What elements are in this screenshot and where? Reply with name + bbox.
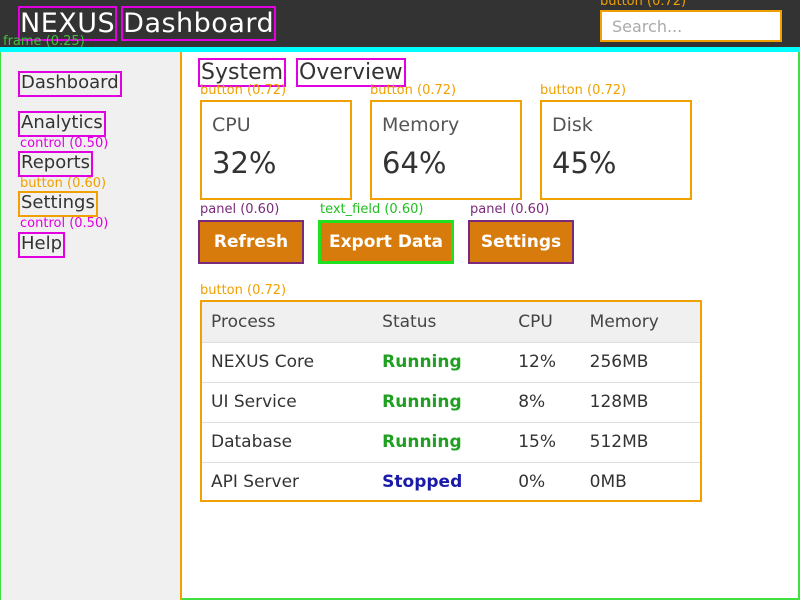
metric-label: Memory	[382, 114, 460, 136]
cell-process: NEXUS Core	[202, 342, 374, 383]
table-row[interactable]: UI Service Running 8% 128MB	[202, 382, 700, 423]
refresh-button[interactable]: Refresh	[198, 220, 304, 264]
metric-card-cpu[interactable]: CPU 32%	[200, 100, 352, 200]
top-header: NEXUSDashboard button (0.72)	[0, 0, 800, 50]
cell-memory: 256MB	[580, 342, 700, 383]
page-title-word: System	[197, 58, 287, 87]
metric-label: Disk	[552, 114, 593, 136]
app-title-word: Dashboard	[121, 6, 277, 41]
cell-memory: 0MB	[589, 472, 627, 493]
table-header-row: Process Status CPU Memory	[202, 302, 700, 343]
sidebar-item-settings[interactable]: Settings	[18, 191, 98, 217]
column-header: Status	[373, 302, 510, 343]
table-row[interactable]: NEXUS Core Running 12% 256MB	[202, 342, 700, 383]
metric-value: 32%	[212, 146, 277, 180]
cell-cpu: 8%	[509, 382, 581, 423]
metric-label: CPU	[212, 114, 251, 136]
sidebar-item-help[interactable]: Help	[17, 232, 66, 258]
cell-process: Database	[202, 422, 374, 463]
status-badge: Stopped	[382, 472, 463, 493]
sidebar-item-dashboard[interactable]: Dashboard	[18, 71, 122, 97]
column-header: Memory	[580, 302, 700, 343]
process-table: Process Status CPU Memory NEXUS Core Run…	[200, 300, 702, 502]
sidebar-item-analytics[interactable]: Analytics	[18, 111, 106, 137]
sidebar-item-reports[interactable]: Reports	[17, 151, 94, 177]
metric-value: 45%	[552, 146, 617, 180]
page-title-word: Overview	[296, 58, 406, 87]
cell-cpu: 15%	[509, 422, 581, 463]
metric-card-disk[interactable]: Disk 45%	[540, 100, 692, 200]
export-data-button[interactable]: Export Data	[318, 220, 454, 264]
search-input[interactable]	[602, 12, 780, 40]
column-header: CPU	[509, 302, 581, 343]
app-title-word: NEXUS	[17, 6, 118, 41]
search-detection-label: button (0.72)	[600, 0, 687, 9]
status-badge: Running	[373, 422, 510, 463]
app-title: NEXUS Dashboard	[17, 6, 282, 41]
column-header: Process	[202, 302, 374, 343]
settings-button[interactable]: Settings	[468, 220, 574, 264]
status-badge: Running	[373, 382, 510, 423]
page-title: System Overview	[197, 58, 418, 87]
cell-cpu: 0%	[518, 472, 546, 493]
metric-value: 64%	[382, 146, 447, 180]
status-badge: Running	[373, 342, 510, 383]
search-box[interactable]	[600, 10, 782, 42]
table-row[interactable]: API Server Stopped 0% 0MB	[202, 462, 700, 502]
metric-card-memory[interactable]: Memory 64%	[370, 100, 522, 200]
cell-cpu: 12%	[509, 342, 581, 383]
table-row[interactable]: Database Running 15% 512MB	[202, 422, 700, 463]
cell-memory: 512MB	[580, 422, 700, 463]
cell-process: API Server	[211, 472, 300, 493]
cell-process: UI Service	[202, 382, 374, 423]
cell-memory: 128MB	[580, 382, 700, 423]
